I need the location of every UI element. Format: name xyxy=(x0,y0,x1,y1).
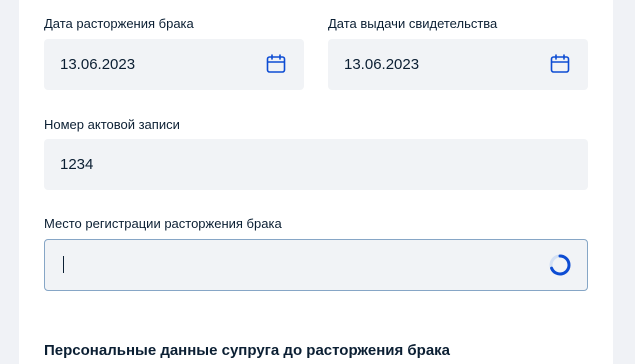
calendar-icon[interactable] xyxy=(266,54,286,74)
divorce-date-value: 13.06.2023 xyxy=(60,56,136,73)
record-number-field[interactable]: 1234 xyxy=(44,139,588,190)
divorce-date-label: Дата расторжения брака xyxy=(44,16,194,31)
certificate-date-field[interactable]: 13.06.2023 xyxy=(328,39,588,90)
section-title: Персональные данные супруга до расторжен… xyxy=(44,342,451,359)
text-caret xyxy=(63,256,64,273)
record-number-label: Номер актовой записи xyxy=(44,117,180,132)
form-card: Дата расторжения брака 13.06.2023 Дата в… xyxy=(19,0,613,364)
registration-place-input[interactable] xyxy=(44,239,588,291)
record-number-value: 1234 xyxy=(60,156,94,173)
certificate-date-label: Дата выдачи свидетельства xyxy=(328,16,498,31)
divorce-date-field[interactable]: 13.06.2023 xyxy=(44,39,304,90)
loading-spinner-icon xyxy=(549,254,571,276)
registration-place-label: Место регистрации расторжения брака xyxy=(44,216,282,231)
certificate-date-value: 13.06.2023 xyxy=(344,56,420,73)
calendar-icon[interactable] xyxy=(550,54,570,74)
